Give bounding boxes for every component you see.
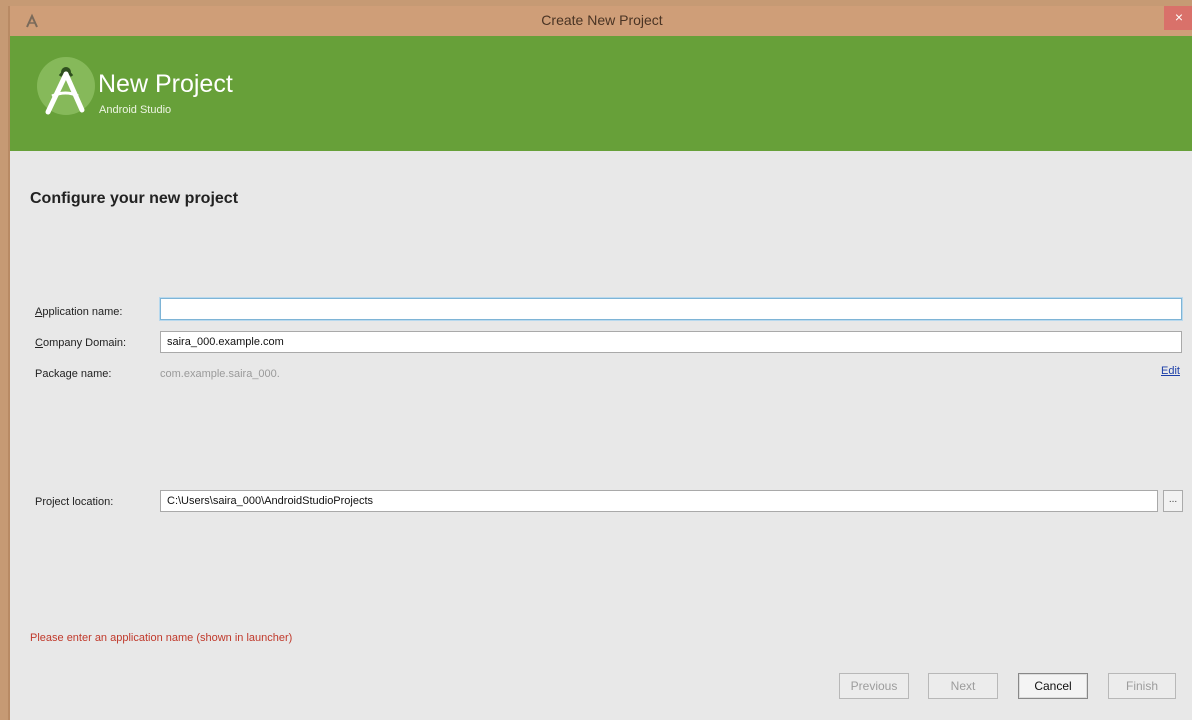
company-domain-mnemonic: C	[35, 337, 43, 349]
project-location-label: Project location:	[35, 496, 114, 508]
package-name-value: com.example.saira_000.	[160, 368, 280, 380]
company-domain-label: Company Domain:	[35, 337, 126, 349]
edit-package-link[interactable]: Edit	[1161, 365, 1180, 377]
company-domain-label-text: ompany Domain:	[42, 337, 127, 349]
application-name-label: Application name:	[35, 306, 122, 318]
cancel-button[interactable]: Cancel	[1018, 673, 1088, 699]
previous-button[interactable]: Previous	[839, 673, 909, 699]
company-domain-input[interactable]	[160, 331, 1182, 353]
window-title: Create New Project	[541, 12, 663, 28]
next-button[interactable]: Next	[928, 673, 998, 699]
title-bar: Create New Project ×	[10, 6, 1192, 36]
close-button[interactable]: ×	[1164, 6, 1192, 30]
banner-title: New Project	[98, 70, 233, 98]
create-project-window: Create New Project × New Project Android…	[8, 6, 1192, 720]
banner-subtitle: Android Studio	[99, 104, 172, 116]
project-location-input[interactable]	[160, 490, 1158, 512]
browse-button[interactable]: ...	[1163, 490, 1183, 512]
validation-error: Please enter an application name (shown …	[30, 632, 293, 644]
page-heading: Configure your new project	[30, 190, 239, 207]
application-name-input[interactable]	[160, 298, 1182, 320]
finish-button[interactable]: Finish	[1108, 673, 1176, 699]
header-banner: New Project Android Studio	[10, 36, 1192, 151]
android-studio-logo	[37, 57, 95, 115]
package-name-label: Package name:	[35, 368, 112, 380]
application-name-label-text: pplication name:	[42, 306, 123, 318]
